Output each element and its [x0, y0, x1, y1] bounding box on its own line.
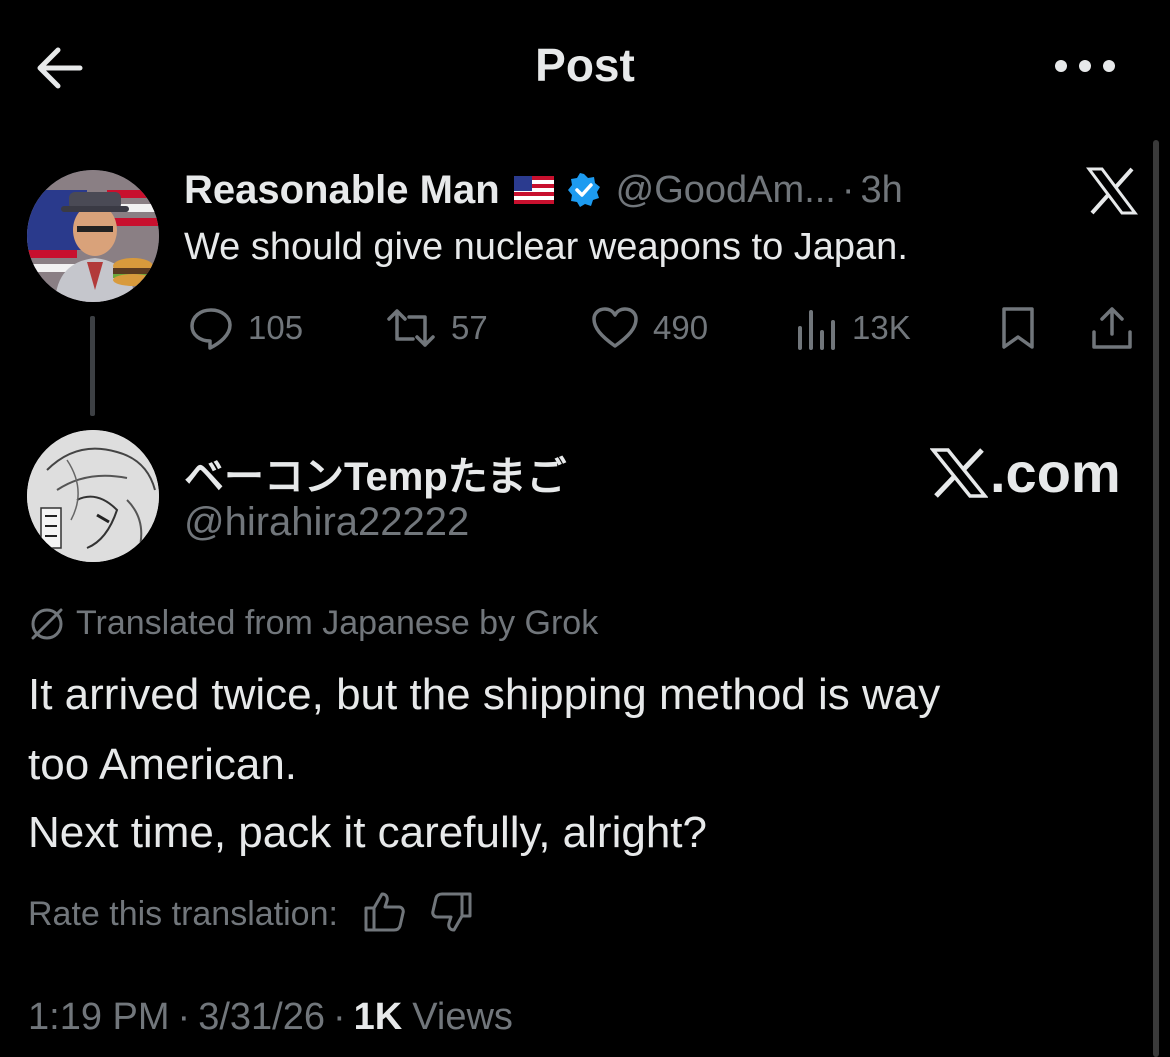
post-metadata: 1:19 PM · 3/31/26 · 1K Views: [28, 996, 513, 1039]
x-logo-icon: [930, 447, 988, 498]
like-button[interactable]: 490: [591, 302, 708, 354]
repost-icon: [387, 309, 435, 347]
page-title: Post: [535, 39, 635, 91]
author-handle[interactable]: @GoodAm...: [616, 169, 836, 212]
like-count: 490: [653, 309, 709, 346]
thumbs-up-icon: [364, 892, 405, 932]
views-count: 13K: [852, 309, 911, 346]
avatar[interactable]: [27, 430, 159, 562]
thumbs-down-button[interactable]: [430, 890, 474, 939]
thumbs-up-button[interactable]: [362, 890, 406, 939]
views-count[interactable]: 1K: [354, 996, 403, 1039]
repost-count: 57: [451, 309, 488, 346]
ellipsis-icon: [1055, 60, 1115, 72]
separator-dot: ·: [332, 996, 346, 1038]
bookmark-icon: [1002, 307, 1034, 349]
more-options-button[interactable]: [1052, 55, 1118, 77]
post-body-line: Next time, pack it carefully, alright?: [28, 808, 707, 857]
post-date: 3/31/26: [198, 996, 325, 1038]
share-icon: [1092, 307, 1132, 349]
reply-button[interactable]: 105: [188, 302, 303, 354]
views-button[interactable]: 13K: [796, 302, 911, 354]
us-flag-icon: [513, 176, 554, 204]
translation-note-text: Translated from Japanese by Grok: [76, 604, 599, 642]
rate-translation-row: Rate this translation:: [28, 890, 474, 939]
analytics-icon: [798, 310, 835, 350]
avatar-image: [27, 430, 159, 562]
bookmark-button[interactable]: [998, 302, 1038, 354]
scrollbar[interactable]: [1153, 140, 1159, 1057]
x-logo-icon: [1086, 167, 1138, 215]
grok-icon: [31, 608, 63, 639]
post-body-line: It arrived twice, but the shipping metho…: [28, 670, 941, 719]
author-handle[interactable]: @hirahira22222: [184, 500, 469, 545]
separator-dot: ·: [841, 168, 855, 211]
avatar[interactable]: [27, 170, 159, 302]
translation-note: Translated from Japanese by Grok: [28, 604, 598, 643]
repost-button[interactable]: 57: [385, 302, 488, 354]
x-com-watermark: .com: [930, 440, 1121, 505]
verified-badge-icon: [566, 172, 602, 208]
author-name[interactable]: Reasonable Man: [184, 168, 500, 213]
watermark-text: .com: [990, 441, 1121, 504]
author-name[interactable]: ベーコンTempたまご: [184, 444, 567, 502]
quoted-author-row: Reasonable Man @GoodAm... · 3h: [184, 165, 903, 215]
heart-icon: [592, 307, 638, 348]
rate-translation-label: Rate this translation:: [28, 895, 338, 933]
reply-icon: [190, 308, 232, 350]
separator-dot: ·: [177, 996, 191, 1038]
thumbs-down-icon: [431, 892, 472, 932]
post-body-line: too American.: [28, 740, 298, 789]
share-button[interactable]: [1088, 302, 1136, 354]
views-label: Views: [412, 996, 513, 1038]
quoted-post-text: We should give nuclear weapons to Japan.: [184, 226, 908, 268]
post-time: 1:19 PM: [28, 996, 170, 1038]
post-time: 3h: [860, 168, 903, 211]
thread-connector: [90, 316, 95, 416]
reply-count: 105: [248, 309, 304, 346]
avatar-image: [27, 170, 159, 302]
